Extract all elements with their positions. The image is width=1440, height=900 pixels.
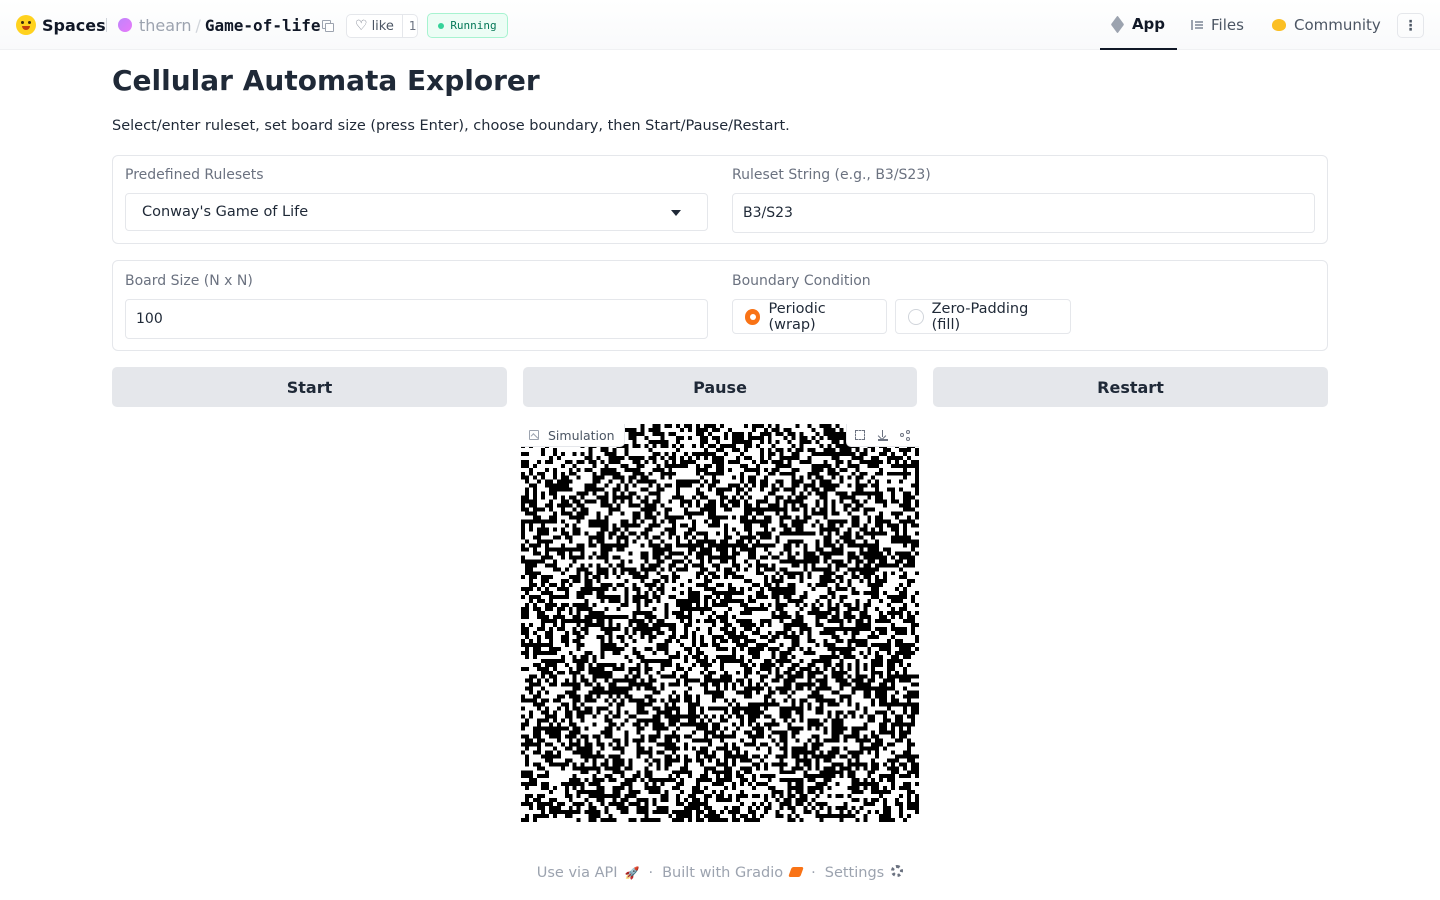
share-button[interactable]	[898, 427, 914, 443]
heart-icon: ♡	[355, 18, 368, 34]
settings-text: Settings	[824, 865, 885, 881]
owner-link[interactable]: thearn	[139, 16, 192, 35]
gradio-logo-icon	[788, 867, 804, 877]
footer: Use via API 🚀 · Built with Gradio · Setti…	[0, 862, 1440, 884]
ruleset-string-input[interactable]	[732, 193, 1315, 233]
fullscreen-icon	[855, 430, 866, 440]
restart-button[interactable]: Restart	[933, 367, 1328, 407]
built-with-gradio-link[interactable]: Built with Gradio	[662, 865, 804, 881]
ruleset-dropdown-value: Conway's Game of Life	[142, 204, 309, 220]
breadcrumb-slash: /	[195, 15, 201, 35]
breadcrumb: thearn / Game-of-life	[118, 14, 320, 36]
simulation-image: Simulation	[521, 424, 919, 822]
radio-zero-padding-label: Zero-Padding (fill)	[931, 300, 1029, 333]
tab-app[interactable]: App	[1100, 0, 1177, 50]
radio-checked-icon	[745, 308, 761, 325]
radio-unchecked-icon	[908, 308, 924, 325]
tab-community-label: Community	[1294, 16, 1381, 34]
repo-name[interactable]: Game-of-life	[205, 16, 321, 35]
kebab-menu-icon: ⋮	[1403, 17, 1418, 34]
page-title: Cellular Automata Explorer	[112, 64, 540, 97]
rocket-icon: 🚀	[624, 866, 640, 880]
image-icon	[529, 430, 539, 440]
tab-community[interactable]: Community	[1272, 0, 1381, 50]
board-panel: Board Size (N x N) Boundary Condition Pe…	[112, 260, 1328, 351]
boundary-label: Boundary Condition	[732, 273, 871, 289]
like-count: 1	[401, 15, 423, 37]
radio-periodic[interactable]: Periodic (wrap)	[732, 299, 887, 334]
page-description: Select/enter ruleset, set board size (pr…	[112, 118, 790, 134]
board-size-label: Board Size (N x N)	[125, 273, 253, 289]
simulation-label-text: Simulation	[548, 427, 615, 443]
share-icon	[900, 429, 911, 441]
radio-zero-padding[interactable]: Zero-Padding (fill)	[895, 299, 1071, 334]
divider	[106, 18, 107, 32]
like-label: like	[371, 18, 394, 34]
status-dot-icon	[438, 22, 445, 29]
settings-link[interactable]: Settings	[824, 865, 904, 881]
ruleset-dropdown[interactable]: Conway's Game of Life	[125, 193, 708, 231]
like-button[interactable]: ♡ like 1	[346, 14, 418, 38]
hugging-face-logo-icon	[16, 15, 36, 35]
image-toolbar	[846, 424, 919, 447]
community-icon	[1272, 19, 1286, 31]
files-icon	[1191, 20, 1203, 30]
rulesets-label: Predefined Rulesets	[125, 167, 264, 183]
radio-periodic-label: Periodic (wrap)	[768, 300, 826, 333]
start-button[interactable]: Start	[112, 367, 507, 407]
use-via-api-link[interactable]: Use via API 🚀	[537, 865, 640, 881]
footer-separator: ·	[811, 865, 816, 881]
simulation-grid	[521, 424, 919, 822]
tab-files-label: Files	[1211, 16, 1244, 34]
simulation-label: Simulation	[521, 424, 625, 447]
top-bar: Spaces thearn / Game-of-life ♡ like 1 Ru…	[0, 0, 1440, 50]
fullscreen-button[interactable]	[852, 427, 868, 443]
copy-icon[interactable]	[322, 20, 334, 32]
spaces-brand[interactable]: Spaces	[16, 14, 106, 36]
pause-button[interactable]: Pause	[523, 367, 917, 407]
app-icon	[1110, 15, 1125, 33]
use-via-api-text: Use via API	[536, 865, 618, 881]
gear-icon	[891, 865, 904, 877]
status-text: Running	[450, 19, 497, 32]
tab-files[interactable]: Files	[1191, 0, 1244, 50]
status-badge: Running	[427, 13, 508, 38]
footer-separator: ·	[648, 865, 654, 881]
owner-avatar	[118, 18, 132, 32]
tab-app-label: App	[1131, 15, 1166, 33]
caret-down-icon	[671, 210, 681, 216]
download-icon	[877, 429, 888, 441]
ruleset-string-label: Ruleset String (e.g., B3/S23)	[732, 167, 931, 183]
board-size-input[interactable]	[125, 299, 708, 339]
download-button[interactable]	[875, 427, 891, 443]
built-with-gradio-text: Built with Gradio	[662, 865, 784, 881]
more-options-button[interactable]: ⋮	[1397, 13, 1424, 38]
brand-text: Spaces	[42, 15, 106, 35]
ruleset-panel: Predefined Rulesets Conway's Game of Lif…	[112, 155, 1328, 244]
